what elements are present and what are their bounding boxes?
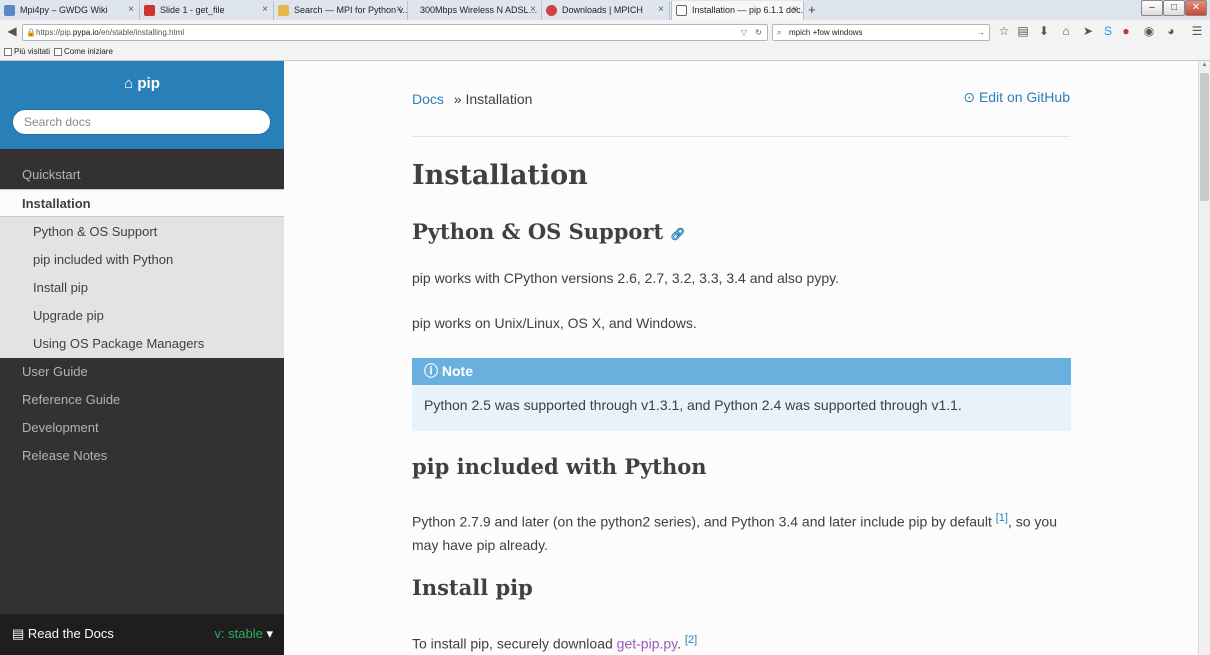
- mpich-favicon: [546, 5, 557, 16]
- version-selector[interactable]: v: stable ▾: [214, 614, 273, 654]
- read-the-docs-bar[interactable]: ▤ Read the Docs v: stable ▾: [0, 614, 284, 655]
- note-body: Python 2.5 was supported through v1.3.1,…: [424, 397, 962, 413]
- sidebar-item-release-notes[interactable]: Release Notes: [0, 442, 284, 470]
- note-admonition: ⓘ Note Python 2.5 was supported through …: [412, 358, 1071, 431]
- maximize-button[interactable]: □: [1163, 0, 1185, 16]
- bookmark-getting-started[interactable]: Come iniziare: [54, 45, 113, 59]
- skype-icon[interactable]: S: [1100, 24, 1116, 38]
- breadcrumb-separator: »: [453, 91, 462, 107]
- page-favicon: [676, 5, 687, 16]
- close-icon[interactable]: ×: [530, 1, 536, 19]
- breadcrumb-current: Installation: [465, 91, 533, 107]
- sidebar-subitem-os-package-managers[interactable]: Using OS Package Managers: [0, 330, 284, 358]
- get-pip-link[interactable]: get-pip.py: [617, 636, 677, 652]
- sidebar-subitem-python-os-support[interactable]: Python & OS Support: [0, 218, 284, 246]
- permalink-icon[interactable]: 🔗︎: [670, 227, 685, 241]
- bookmark-most-visited[interactable]: Più visitati: [4, 45, 50, 59]
- sidebar-subitem-install-pip[interactable]: Install pip: [0, 274, 284, 302]
- search-bar[interactable]: ⌕ mpich +fow windows →: [772, 24, 990, 41]
- browser-chrome: Mpi4py – GWDG Wiki × Slide 1 - get_file × …: [0, 0, 1210, 61]
- footnote-2-link[interactable]: [2]: [685, 634, 697, 646]
- paragraph-cpython-versions: pip works with CPython versions 2.6, 2.7…: [412, 270, 839, 286]
- tab-mpi4py-wiki[interactable]: Mpi4py – GWDG Wiki ×: [0, 1, 140, 20]
- close-icon[interactable]: ×: [262, 1, 268, 19]
- python-favicon: [278, 5, 289, 16]
- close-icon[interactable]: ×: [128, 1, 134, 19]
- note-title: ⓘ Note: [412, 358, 1071, 385]
- go-arrow-icon[interactable]: →: [977, 25, 985, 40]
- slide-favicon: [144, 5, 155, 16]
- back-icon[interactable]: ◀: [4, 24, 20, 38]
- url-bar[interactable]: 🔒 https://pip.pypa.io/en/stable/installin…: [22, 24, 768, 41]
- bookmarks-toolbar: Più visitati Come iniziare: [0, 45, 1210, 60]
- sidebar-item-installation[interactable]: Installation: [0, 189, 284, 217]
- sidebar-subnav: Python & OS Support pip included with Py…: [0, 217, 284, 358]
- sidebar-item-quickstart[interactable]: Quickstart: [0, 161, 284, 189]
- minimize-button[interactable]: –: [1141, 0, 1163, 16]
- bookmark-star-icon[interactable]: ☆: [996, 24, 1012, 38]
- paragraph-platforms: pip works on Unix/Linux, OS X, and Windo…: [412, 315, 697, 331]
- tab-pip-installation[interactable]: Installation — pip 6.1.1 doc... ×: [671, 1, 804, 20]
- pip-logo-link[interactable]: ⌂ pip: [0, 75, 284, 92]
- close-icon[interactable]: ×: [396, 1, 402, 19]
- breadcrumb: Docs » Installation ⊙ Edit on GitHub: [412, 89, 1070, 107]
- github-icon: ⊙: [963, 89, 979, 105]
- divider: [412, 136, 1070, 137]
- navigation-toolbar: ◀ 🔒 https://pip.pypa.io/en/stable/install…: [0, 21, 1210, 44]
- home-icon: ⌂: [124, 75, 138, 92]
- sync-icon[interactable]: ◉: [1141, 24, 1157, 38]
- scrollbar-thumb[interactable]: [1200, 73, 1209, 201]
- breadcrumb-docs-link[interactable]: Docs: [412, 91, 444, 107]
- reload-icon[interactable]: ↻: [755, 25, 762, 40]
- section-heading-pip-included: pip included with Python: [412, 454, 707, 479]
- edit-on-github-link[interactable]: ⊙ Edit on GitHub: [963, 89, 1070, 106]
- paragraph-pip-included: Python 2.7.9 and later (on the python2 s…: [412, 512, 1057, 553]
- docs-sidebar: ⌂ pip Quickstart Installation Python & O…: [0, 61, 284, 655]
- page-icon: [54, 48, 62, 56]
- scroll-up-icon[interactable]: ▲: [1200, 62, 1209, 68]
- sidebar-item-user-guide[interactable]: User Guide: [0, 358, 284, 386]
- close-window-button[interactable]: ✕: [1185, 0, 1207, 16]
- folder-icon: [4, 48, 12, 56]
- tab-slide-get-file[interactable]: Slide 1 - get_file ×: [140, 1, 274, 20]
- sidebar-header: ⌂ pip: [0, 61, 284, 149]
- tab-wireless-router[interactable]: 300Mbps Wireless N ADSL2+ M...×: [408, 1, 542, 20]
- search-docs-input[interactable]: [12, 109, 271, 135]
- section-heading-os-support: Python & OS Support 🔗︎: [412, 219, 686, 244]
- menu-icon[interactable]: ☰: [1189, 24, 1205, 38]
- tab-mpich-downloads[interactable]: Downloads | MPICH ×: [542, 1, 670, 20]
- wiki-favicon: [4, 5, 15, 16]
- info-icon: ⓘ: [424, 363, 442, 379]
- dropdown-icon[interactable]: ▽: [741, 25, 747, 40]
- tab-strip: Mpi4py – GWDG Wiki × Slide 1 - get_file × …: [0, 0, 1210, 20]
- lock-icon: 🔒: [26, 28, 36, 37]
- caret-down-icon: ▾: [262, 626, 273, 641]
- send-icon[interactable]: ➤: [1080, 24, 1096, 38]
- footnote-1-link[interactable]: [1]: [996, 512, 1008, 524]
- close-icon[interactable]: ×: [658, 1, 664, 19]
- tab-search-mpi-python[interactable]: Search — MPI for Python v... ×: [274, 1, 408, 20]
- sidebar-subitem-upgrade-pip[interactable]: Upgrade pip: [0, 302, 284, 330]
- paragraph-install-pip: To install pip, securely download get-pi…: [412, 634, 698, 652]
- main-content: Docs » Installation ⊙ Edit on GitHub Ins…: [284, 61, 1198, 655]
- chat-icon[interactable]: ◕: [1163, 24, 1179, 38]
- home-icon[interactable]: ⌂: [1058, 24, 1074, 38]
- reading-list-icon[interactable]: ▤: [1015, 24, 1031, 38]
- new-tab-button[interactable]: +: [808, 2, 816, 17]
- sidebar-subitem-pip-included[interactable]: pip included with Python: [0, 246, 284, 274]
- addon-icon[interactable]: ●: [1118, 24, 1134, 38]
- page-title: Installation: [412, 160, 588, 191]
- download-icon[interactable]: ⬇: [1036, 24, 1052, 38]
- book-icon: ▤: [12, 626, 28, 641]
- sidebar-item-development[interactable]: Development: [0, 414, 284, 442]
- section-heading-install-pip: Install pip: [412, 575, 533, 600]
- sidebar-item-reference-guide[interactable]: Reference Guide: [0, 386, 284, 414]
- search-icon: ⌕: [777, 28, 782, 37]
- close-icon[interactable]: ×: [792, 1, 798, 19]
